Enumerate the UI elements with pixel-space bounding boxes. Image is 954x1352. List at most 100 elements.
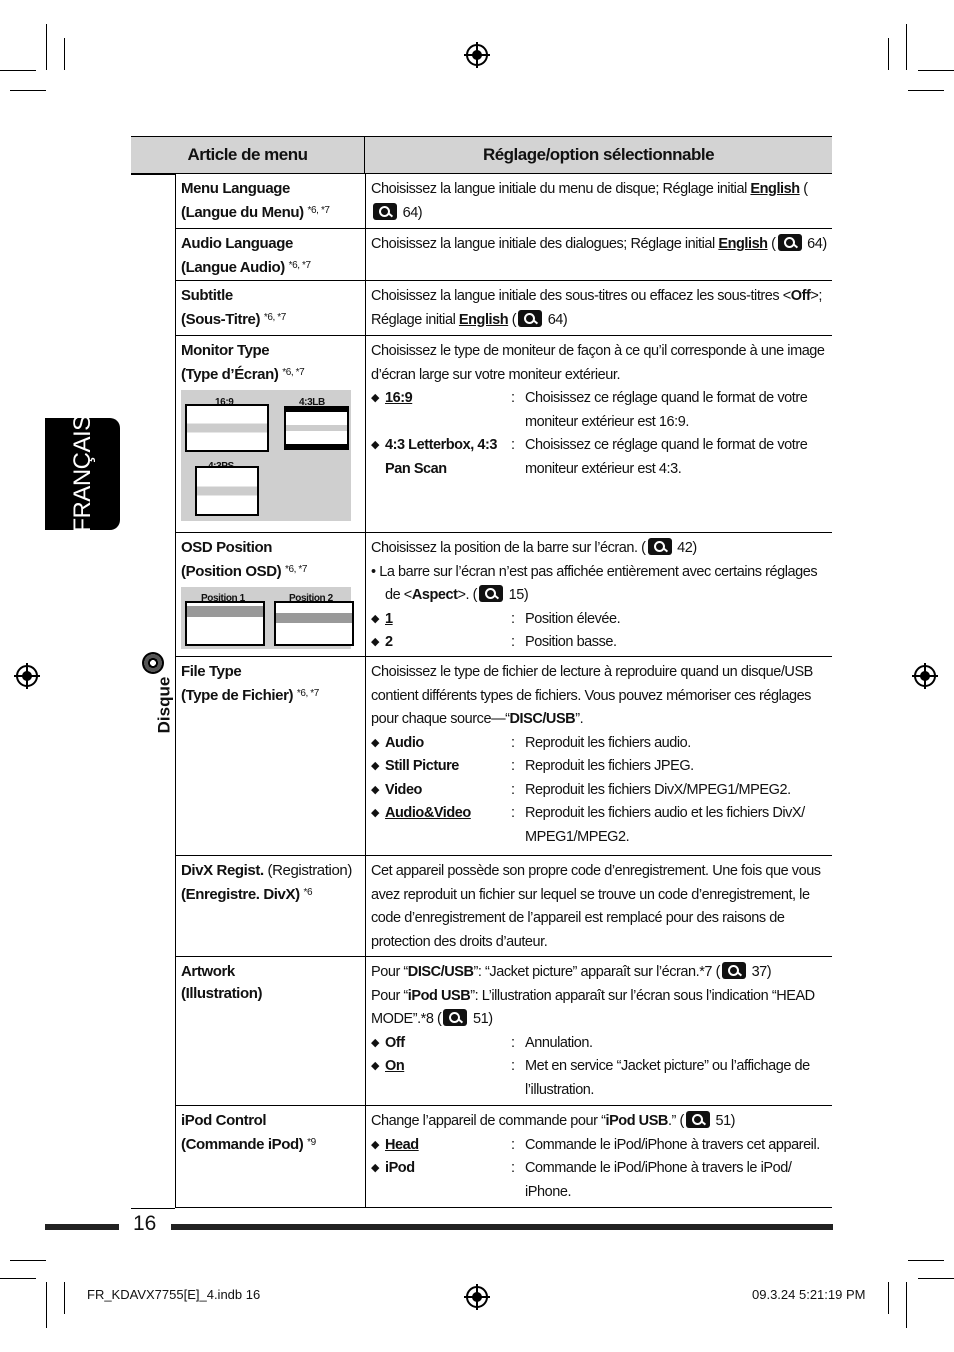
text-run: >. ( [457, 587, 478, 603]
menu-item-name: Subtitle [181, 285, 360, 307]
option-item: ◆ Audio&Video: Reproduit les fichiers audi… [371, 802, 827, 849]
separator: : [511, 437, 515, 453]
description-paragraph: Pour “DISC/USB”: “Jacket picture” appara… [371, 961, 827, 985]
crop-mark [64, 38, 65, 70]
description-paragraph: Choisissez la position de la barre sur l… [371, 537, 827, 561]
crop-mark [46, 1282, 47, 1328]
setting-cell: Choisissez la langue initiale des sous-t… [366, 281, 832, 335]
footer-bar [45, 1224, 119, 1230]
option-item: ◆ Audio: Reproduit les fichiers audio. [371, 732, 827, 756]
text-run: 64) [803, 236, 827, 252]
diamond-bullet-icon: ◆ [371, 1060, 380, 1072]
option-item: ◆ 16:9: Choisissez ce réglage quand le for… [371, 387, 827, 434]
text-run: 51) [711, 1113, 736, 1129]
text-run: ( [508, 311, 517, 328]
crop-mark [906, 1282, 907, 1328]
setting-cell: Pour “DISC/USB”: “Jacket picture” appara… [366, 957, 832, 1105]
diamond-bullet-icon: ◆ [371, 807, 380, 819]
option-label: 4:3 Letterbox, 4:3 Pan Scan [385, 437, 497, 477]
separator: : [511, 1058, 515, 1074]
menu-item-cell: DivX Regist. (Registration) (Enregistre. … [176, 856, 366, 956]
menu-item-title: File Type [181, 663, 242, 680]
option-description: Commande le iPod/iPhone à travers le iPo… [525, 1160, 792, 1200]
reference-magnifier-icon [721, 962, 746, 979]
reference-magnifier-icon [373, 202, 397, 220]
crop-mark [0, 70, 36, 71]
footnote-refs: *6, *7 [285, 564, 308, 575]
table-row: iPod Control (Commande iPod) *9 Change l’a… [175, 1106, 832, 1208]
diamond-bullet-icon: ◆ [371, 736, 380, 749]
option-item: ◆ Video: Reproduit les fichiers DivX/MPEG1… [371, 779, 827, 803]
menu-item-title: Monitor Type [181, 342, 270, 359]
column-header-setting: Réglage/option sélectionnable [482, 145, 715, 164]
option-label: 16:9 [385, 390, 413, 406]
option-description: Choisissez ce réglage quand le format de… [525, 437, 808, 477]
menu-item-title: Menu Language [181, 180, 290, 197]
option-label: Audio&Video [385, 805, 471, 821]
diamond-bullet-icon: ◆ [371, 1036, 380, 1049]
menu-item-translation: (Illustration) [181, 983, 360, 1005]
text-run: DISC/USB [407, 964, 474, 980]
screen-illustration [274, 601, 354, 646]
registration-mark-icon [14, 663, 40, 689]
footnote-refs: *6, *7 [307, 205, 330, 216]
file-slug: FR_KDAVX7755[E]_4.indb 16 [87, 1287, 261, 1302]
description-paragraph: Pour “iPod USB”: L’illustration apparaît… [371, 985, 827, 1032]
screen-illustration [185, 404, 269, 452]
diamond-bullet-icon: ◆ [371, 783, 380, 796]
text-run: English [458, 311, 509, 328]
menu-item-cell: Audio Language (Langue Audio) *6, *7 [176, 229, 366, 280]
reference-magnifier-icon [647, 538, 672, 555]
menu-item-name: Artwork [181, 961, 360, 983]
option-label: Off [385, 1034, 405, 1051]
crop-mark [46, 24, 47, 70]
text-run: Choisissez le type de fichier de lecture… [371, 664, 813, 727]
crop-mark [908, 1260, 944, 1261]
option-item: ◆ On: Met en service “Jacket picture” ou l… [371, 1055, 827, 1102]
menu-item-subtitle: (Langue Audio) [181, 259, 285, 276]
crop-mark [888, 38, 889, 70]
side-tab-label: FRANÇAIS [68, 415, 96, 533]
menu-item-name: OSD Position [181, 537, 360, 559]
screen-illustration [195, 466, 259, 516]
menu-item-cell: OSD Position (Position OSD) *6, *7 Positio… [176, 533, 366, 656]
menu-item-title: OSD Position [181, 539, 273, 556]
text-run: iPod USB [605, 1113, 668, 1129]
option-item: ◆ Off: Annulation. [371, 1032, 827, 1056]
screen-illustration [284, 406, 349, 450]
menu-item-subtitle: (Type de Fichier) [181, 687, 294, 704]
footnote-refs: *6, *7 [288, 260, 311, 271]
menu-item-name: iPod Control [181, 1110, 360, 1132]
text-run: ”. [575, 711, 584, 727]
footnote-refs: *6, *7 [296, 688, 319, 699]
setting-cell: Choisissez le type de moniteur de façon … [366, 336, 832, 532]
registration-mark-icon [912, 663, 938, 689]
separator: : [511, 1034, 515, 1051]
reference-magnifier-icon [777, 234, 802, 251]
setting-cell: Choisissez la position de la barre sur l… [366, 533, 832, 656]
setting-cell: Cet appareil possède son propre code d’e… [366, 856, 832, 956]
menu-item-translation: (Type d’Écran) *6, *7 [181, 362, 360, 386]
table-row: File Type (Type de Fichier) *6, *7 Choisis… [175, 657, 832, 856]
menu-item-title: iPod Control [181, 1112, 267, 1129]
setting-cell: Choisissez la langue initiale du menu de… [366, 174, 832, 228]
table-header: Article de menu Réglage/option sélection… [131, 136, 832, 174]
diamond-bullet-icon: ◆ [371, 612, 380, 625]
crop-mark [10, 1260, 46, 1261]
option-description: Choisissez ce réglage quand le format de… [525, 390, 808, 430]
separator: : [511, 805, 515, 821]
menu-item-cell: Menu Language (Langue du Menu) *6, *7 [176, 174, 366, 228]
option-label: 2 [385, 634, 393, 650]
separator: : [511, 734, 515, 751]
option-item: ◆ 1: Position élevée. [371, 608, 827, 632]
text-run: ( [767, 236, 776, 252]
text-run: 51) [469, 1011, 493, 1027]
crop-mark [906, 24, 907, 70]
table-row: Subtitle (Sous-Titre) *6, *7 Choisissez la… [175, 281, 832, 336]
crop-mark [918, 1278, 954, 1279]
table-row: Monitor Type (Type d’Écran) *6, *7 16:9 4:3… [175, 336, 832, 533]
option-item: ◆ 2: Position basse. [371, 631, 827, 655]
registration-mark-icon [464, 42, 490, 68]
separator: : [511, 634, 515, 650]
option-label: On [385, 1058, 405, 1074]
